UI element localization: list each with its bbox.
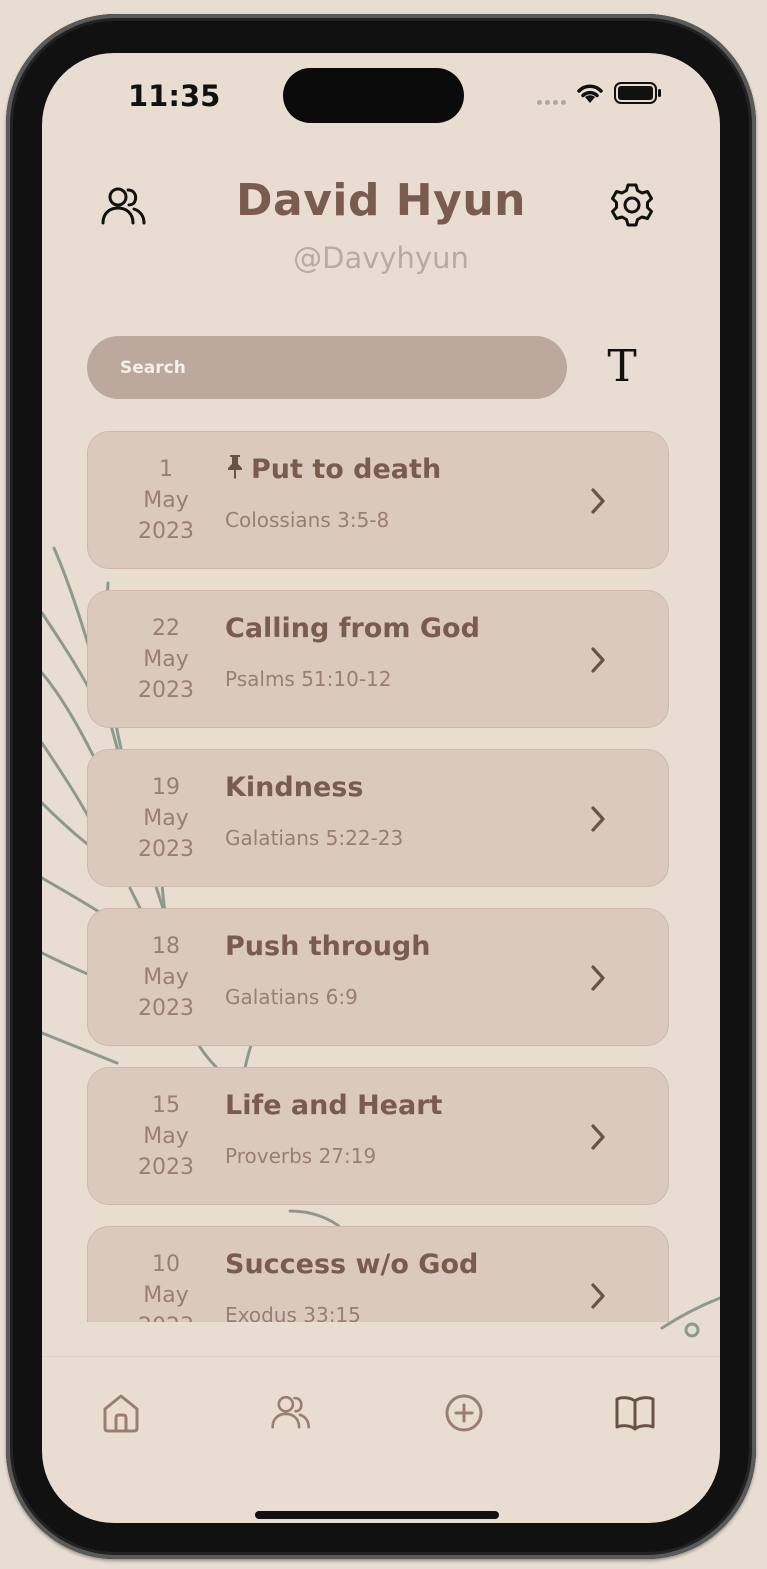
entry-date: 10 May 2023	[110, 1249, 222, 1322]
wifi-icon	[577, 84, 603, 103]
dynamic-island	[283, 68, 464, 123]
entry-reference: Colossians 3:5-8	[225, 508, 390, 532]
entry-title-row: Kindness	[225, 772, 363, 803]
entry-reference: Galatians 5:22-23	[225, 826, 404, 850]
text-size-button[interactable]: T	[597, 340, 647, 392]
entry-date: 15 May 2023	[110, 1090, 222, 1183]
chevron-right-icon	[591, 647, 605, 673]
entry-card[interactable]: 22 May 2023 Calling from God Psalms 51:1…	[87, 590, 669, 728]
entry-card[interactable]: 1 May 2023 Put to death Colossians 3:5-8	[87, 431, 669, 569]
entry-card[interactable]: 10 May 2023 Success w/o God Exodus 33:15	[87, 1226, 669, 1322]
entry-year: 2023	[138, 996, 194, 1021]
search-input[interactable]	[87, 336, 567, 399]
entry-month: May	[143, 1124, 189, 1149]
battery-icon	[614, 82, 661, 104]
plus-circle-icon	[445, 1394, 483, 1432]
entry-title-row: Put to death	[225, 454, 441, 485]
chevron-right-icon	[591, 965, 605, 991]
entry-title: Put to death	[251, 454, 442, 485]
entry-date: 19 May 2023	[110, 772, 222, 865]
entry-reference: Galatians 6:9	[225, 985, 358, 1009]
entry-day: 19	[152, 775, 180, 800]
entry-year: 2023	[138, 678, 194, 703]
entry-day: 22	[152, 616, 180, 641]
chevron-right-icon	[591, 806, 605, 832]
chevron-right-icon	[591, 488, 605, 514]
entry-month: May	[143, 488, 189, 513]
entry-card[interactable]: 15 May 2023 Life and Heart Proverbs 27:1…	[87, 1067, 669, 1205]
entry-title-row: Success w/o God	[225, 1249, 478, 1280]
entry-day: 18	[152, 934, 180, 959]
entry-title: Calling from God	[225, 613, 480, 644]
entry-year: 2023	[138, 1155, 194, 1180]
entry-day: 1	[159, 457, 173, 482]
pin-icon	[228, 454, 242, 479]
entry-date: 18 May 2023	[110, 931, 222, 1024]
status-time: 11:35	[128, 79, 221, 113]
entry-title: Push through	[225, 931, 431, 962]
tab-home[interactable]	[99, 1391, 143, 1435]
entry-list: 1 May 2023 Put to death Colossians 3:5-8…	[87, 431, 671, 1322]
entry-title-row: Push through	[225, 931, 430, 962]
profile-handle: @Davyhyun	[293, 241, 469, 275]
chevron-right-icon	[591, 1124, 605, 1150]
tab-friends[interactable]	[270, 1391, 314, 1435]
home-indicator	[255, 1511, 499, 1519]
settings-button[interactable]	[608, 181, 656, 229]
entry-day: 10	[152, 1252, 180, 1277]
entry-month: May	[143, 806, 189, 831]
cellular-signal-icon	[537, 99, 566, 105]
entry-card[interactable]: 18 May 2023 Push through Galatians 6:9	[87, 908, 669, 1046]
entry-title-row: Life and Heart	[225, 1090, 442, 1121]
chevron-right-icon	[591, 1283, 605, 1309]
entry-date: 1 May 2023	[110, 454, 222, 547]
entry-card[interactable]: 19 May 2023 Kindness Galatians 5:22-23	[87, 749, 669, 887]
tab-add-entry[interactable]	[442, 1391, 486, 1435]
entry-reference: Proverbs 27:19	[225, 1144, 377, 1168]
book-icon	[615, 1396, 655, 1431]
entry-year: 2023	[138, 519, 194, 544]
tab-bar	[42, 1356, 720, 1523]
entry-title-row: Calling from God	[225, 613, 480, 644]
home-icon	[103, 1394, 139, 1433]
entry-month: May	[143, 965, 189, 990]
entry-year: 2023	[110, 1311, 222, 1322]
entry-day: 15	[152, 1093, 180, 1118]
tab-bible[interactable]	[613, 1391, 657, 1435]
entry-title: Kindness	[225, 772, 364, 803]
text-size-icon: T	[607, 340, 637, 392]
friends-icon	[271, 1395, 311, 1429]
status-icons	[537, 81, 662, 105]
entry-title: Life and Heart	[225, 1090, 443, 1121]
entry-title: Success w/o God	[225, 1249, 479, 1280]
entry-month: May	[143, 1283, 189, 1308]
app-screen: 11:35 David Hyun @Davyhyun Search T 1 Ma…	[42, 53, 720, 1523]
entry-reference: Psalms 51:10-12	[225, 667, 392, 691]
entry-year: 2023	[138, 837, 194, 862]
entry-date: 22 May 2023	[110, 613, 222, 706]
gear-icon	[611, 183, 653, 227]
entry-reference: Exodus 33:15	[225, 1303, 361, 1322]
entry-month: May	[143, 647, 189, 672]
